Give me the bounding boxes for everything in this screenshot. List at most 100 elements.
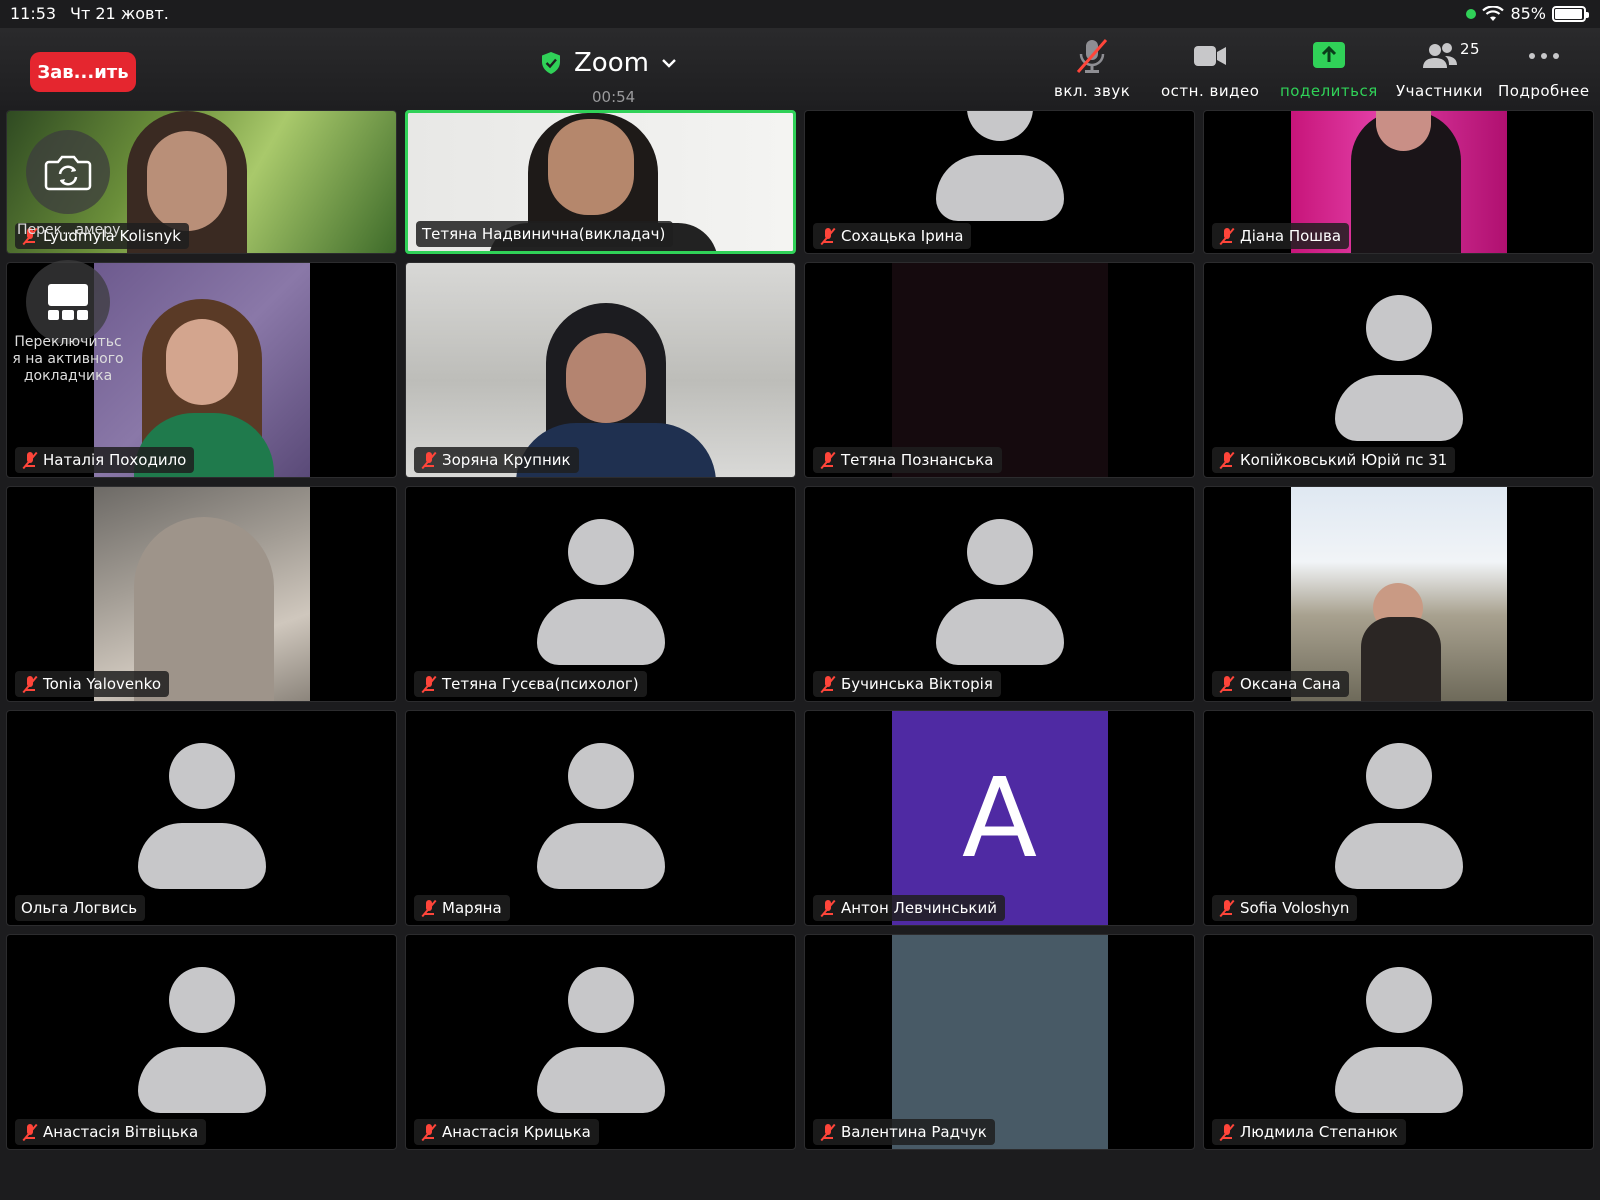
mic-muted-icon (819, 227, 837, 246)
participant-name-tag: Тетяна Гусєва(психолог) (414, 671, 647, 697)
chevron-down-icon (662, 59, 676, 68)
default-avatar-icon (1334, 743, 1463, 891)
mic-muted-icon (819, 899, 837, 918)
participant-name: Антон Левчинський (841, 899, 997, 917)
participant-name-tag: Зоряна Крупник (414, 447, 579, 473)
participant-video (406, 263, 795, 477)
more-button[interactable]: Подробнее (1498, 36, 1590, 100)
meeting-toolbar: Зав...ить Zoom 00:54 вкл. звук остн. вид… (0, 28, 1600, 110)
unmute-button[interactable]: вкл. звук (1054, 36, 1130, 100)
status-time: 11:53 (10, 4, 57, 23)
participants-button[interactable]: Участники 25 (1396, 36, 1483, 100)
switch-camera-label: Перек...амеру (17, 222, 121, 238)
share-button[interactable]: поделиться (1280, 36, 1378, 100)
participant-tile[interactable]: Маряна (405, 710, 796, 926)
stop-video-button[interactable]: остн. видео (1161, 36, 1259, 100)
camera-switch-icon (44, 155, 92, 191)
mic-muted-icon (1218, 451, 1236, 470)
mic-muted-icon (819, 451, 837, 470)
participant-name: Бучинська Вікторія (841, 675, 993, 693)
participant-name: Анастасія Крицька (442, 1123, 591, 1141)
mic-muted-icon (1218, 899, 1236, 918)
participant-tile[interactable]: Анастасія Вітвіцька (6, 934, 397, 1150)
stop-video-label: остн. видео (1161, 82, 1260, 100)
default-avatar-icon (935, 111, 1064, 223)
default-avatar-icon (137, 967, 266, 1115)
mic-muted-icon (420, 451, 438, 470)
participant-name: Зоряна Крупник (442, 451, 571, 469)
status-right: 85% (1466, 4, 1589, 23)
participant-name-tag: Бучинська Вікторія (813, 671, 1001, 697)
participant-name: Наталія Походило (43, 451, 187, 469)
participant-tile[interactable]: Копійковський Юрій пс 31 (1203, 262, 1594, 478)
mic-muted-icon (420, 899, 438, 918)
camera-in-use-indicator (1466, 8, 1477, 19)
more-dots-icon (1528, 53, 1559, 59)
participant-video (891, 263, 1108, 477)
battery-icon (1552, 5, 1589, 22)
letter-avatar: A (891, 711, 1108, 925)
participant-tile[interactable]: Тетяна Гусєва(психолог) (405, 486, 796, 702)
default-avatar-icon (1334, 967, 1463, 1115)
participant-tile[interactable]: Тетяна Познанська (804, 262, 1195, 478)
participant-name-tag: Маряна (414, 895, 510, 921)
participant-name: Tonia Yalovenko (43, 675, 162, 693)
mic-muted-icon (21, 1123, 39, 1142)
participant-tile[interactable]: Зоряна Крупник (405, 262, 796, 478)
participant-tile[interactable]: Ольга Логвись (6, 710, 397, 926)
default-avatar-icon (536, 967, 665, 1115)
unmute-label: вкл. звук (1054, 82, 1131, 100)
participant-name: Тетяна Познанська (841, 451, 994, 469)
participant-tile[interactable]: Бучинська Вікторія (804, 486, 1195, 702)
share-screen-icon (1312, 42, 1345, 68)
mic-muted-icon (819, 1123, 837, 1142)
default-avatar-icon (536, 743, 665, 891)
participant-video (1290, 487, 1507, 701)
participant-name-tag: Tonia Yalovenko (15, 671, 170, 697)
participant-video (93, 487, 310, 701)
participant-tile[interactable]: Tonia Yalovenko (6, 486, 397, 702)
participant-tile[interactable]: Діана Пошва (1203, 110, 1594, 254)
meeting-title[interactable]: Zoom (540, 48, 677, 78)
more-label: Подробнее (1498, 82, 1590, 100)
participant-tile[interactable]: Анастасія Крицька (405, 934, 796, 1150)
participant-name: Валентина Радчук (841, 1123, 987, 1141)
mic-muted-icon (1218, 227, 1236, 246)
status-bar: 11:53 Чт 21 жовт. 85% (0, 0, 1600, 28)
participant-name: Оксана Сана (1240, 675, 1341, 693)
participant-tile[interactable]: Оксана Сана (1203, 486, 1594, 702)
video-camera-icon (1194, 46, 1227, 66)
participant-name-tag: Оксана Сана (1212, 671, 1349, 697)
switch-view-button[interactable] (26, 260, 110, 344)
participant-name-tag: Наталія Походило (15, 447, 195, 473)
participant-name-tag: Тетяна Познанська (813, 447, 1002, 473)
participant-tile[interactable]: A Антон Левчинський (804, 710, 1195, 926)
participant-name: Ольга Логвись (21, 899, 138, 917)
participant-name-tag: Людмила Степанюк (1212, 1119, 1406, 1145)
participant-name: Тетяна Надвинична(викладач) (422, 225, 666, 243)
mic-muted-icon (21, 675, 39, 694)
participant-tile-active-speaker[interactable]: Тетяна Надвинична(викладач) (405, 110, 796, 254)
participant-tile[interactable]: Sofia Voloshyn (1203, 710, 1594, 926)
mic-muted-icon (420, 1123, 438, 1142)
participant-name: Sofia Voloshyn (1240, 899, 1350, 917)
end-meeting-button[interactable]: Зав...ить (30, 52, 136, 92)
participant-name-tag: Анастасія Крицька (414, 1119, 599, 1145)
default-avatar-icon (536, 519, 665, 667)
switch-camera-button[interactable] (26, 130, 110, 214)
participants-icon (1422, 43, 1457, 68)
video-grid: Lyudmyla Kolisnyk Тетяна Надвинична(викл… (6, 110, 1594, 1160)
mic-muted-icon (1218, 1123, 1236, 1142)
meeting-title-text: Zoom (574, 48, 649, 78)
switch-view-label: Переключитьс я на активного докладчика (12, 334, 124, 384)
participant-name: Тетяна Гусєва(психолог) (442, 675, 639, 693)
participant-tile[interactable]: Сохацька Ірина (804, 110, 1195, 254)
participant-tile[interactable]: Людмила Степанюк (1203, 934, 1594, 1150)
participants-label: Участники (1396, 82, 1484, 100)
battery-percent: 85% (1510, 4, 1546, 23)
status-date: Чт 21 жовт. (70, 4, 169, 23)
participant-name-tag: Валентина Радчук (813, 1119, 995, 1145)
participant-name-tag: Анастасія Вітвіцька (15, 1119, 207, 1145)
participant-tile[interactable]: Валентина Радчук (804, 934, 1195, 1150)
participant-name-tag: Ольга Логвись (15, 895, 146, 921)
